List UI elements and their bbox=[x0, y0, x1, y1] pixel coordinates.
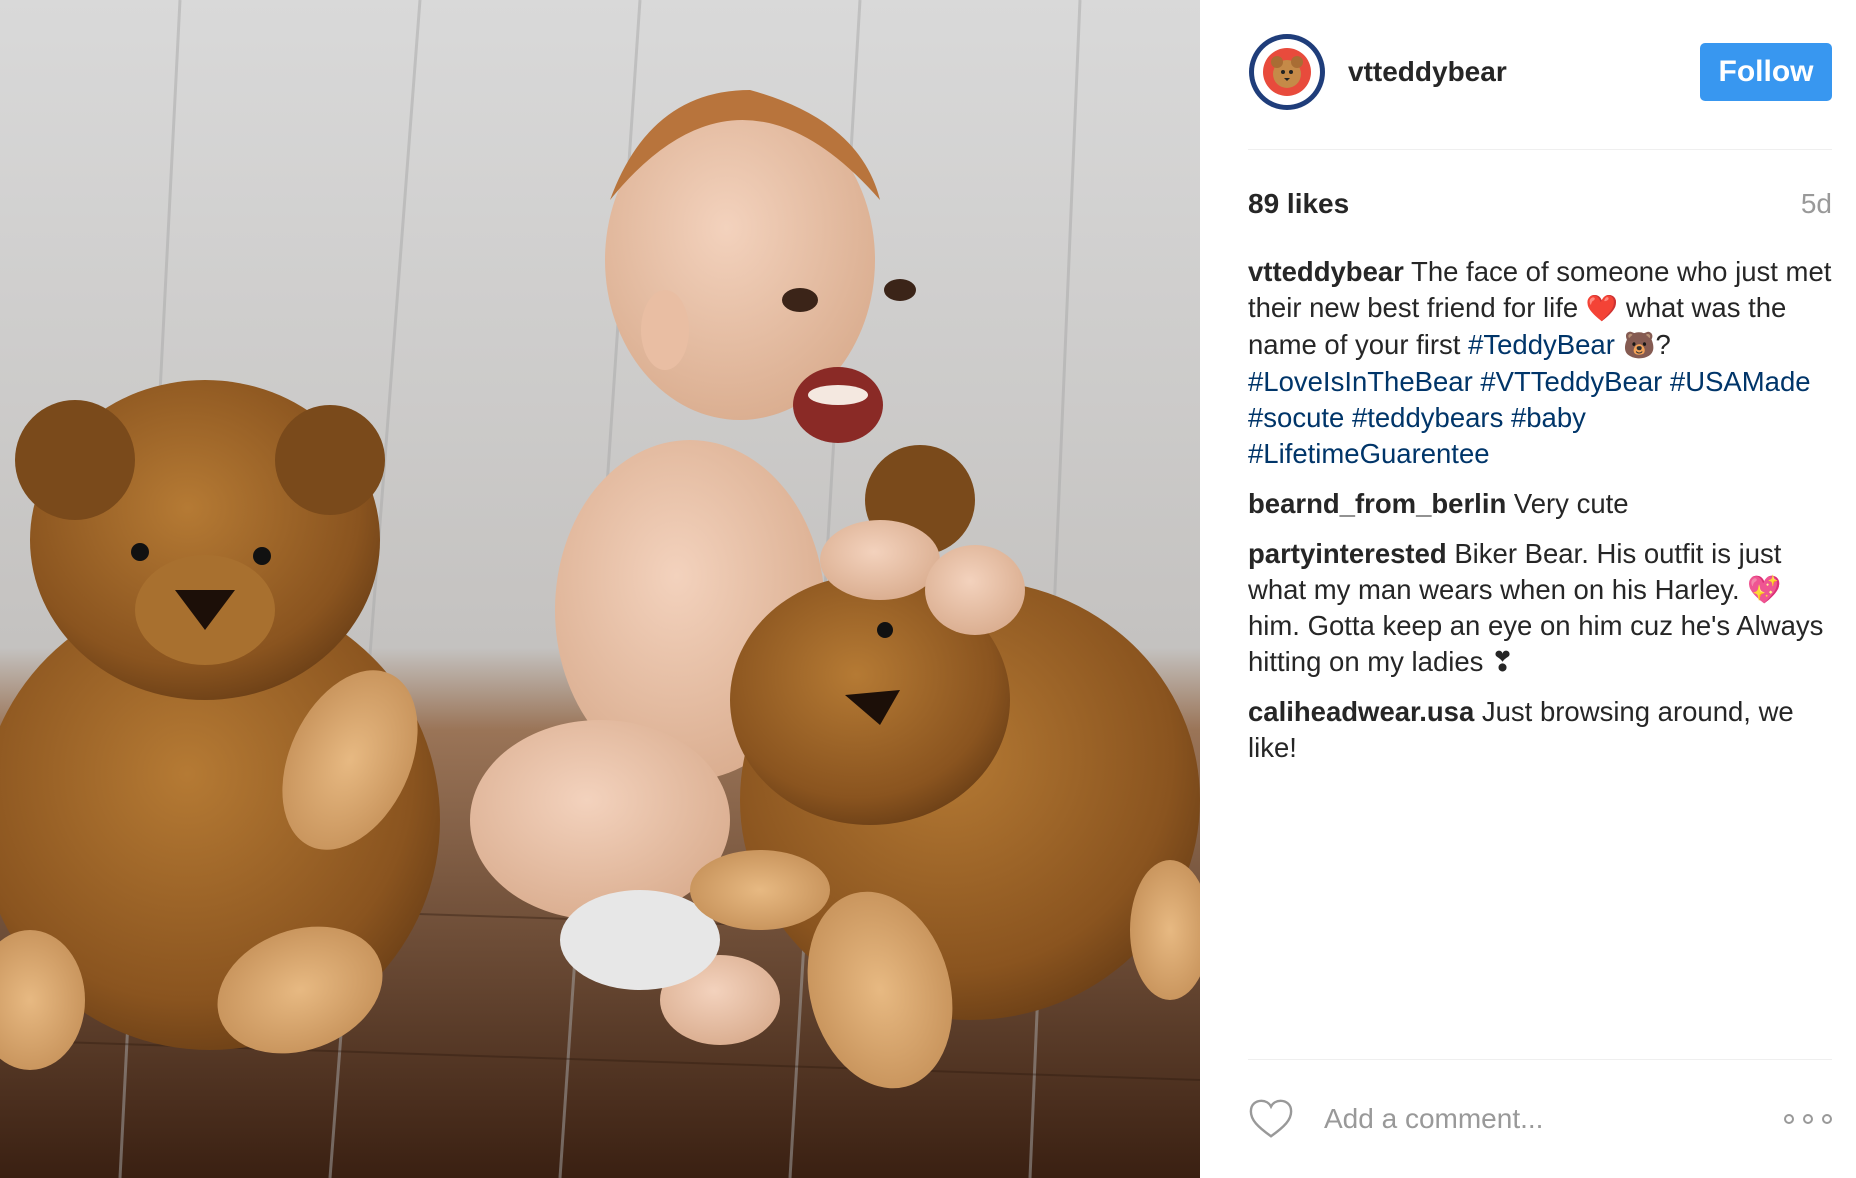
add-comment-input[interactable] bbox=[1322, 1102, 1772, 1136]
caption-username[interactable]: vtteddybear bbox=[1248, 256, 1404, 287]
dot-icon bbox=[1803, 1114, 1813, 1124]
post-age[interactable]: 5d bbox=[1801, 188, 1832, 220]
post-container: vtteddybear Follow 89 likes 5d vtteddybe… bbox=[0, 0, 1856, 1178]
post-photo[interactable] bbox=[0, 0, 1200, 1178]
more-options-icon[interactable] bbox=[1784, 1112, 1832, 1126]
caption: vtteddybear The face of someone who just… bbox=[1248, 254, 1832, 472]
comment-item: partyinterested Biker Bear. His outfit i… bbox=[1248, 536, 1832, 680]
account-username[interactable]: vtteddybear bbox=[1348, 56, 1700, 88]
photo-illustration bbox=[0, 0, 1200, 1178]
comment-item: caliheadwear.usa Just browsing around, w… bbox=[1248, 694, 1832, 766]
comment-item: bearnd_from_berlin Very cute bbox=[1248, 486, 1832, 522]
heart-outline-icon[interactable] bbox=[1248, 1096, 1294, 1142]
vermont-teddy-bear-logo-icon bbox=[1249, 33, 1325, 110]
post-sidebar: vtteddybear Follow 89 likes 5d vtteddybe… bbox=[1200, 0, 1856, 1178]
comment-text: Very cute bbox=[1506, 488, 1629, 519]
post-meta: 89 likes 5d bbox=[1248, 188, 1832, 220]
dot-icon bbox=[1784, 1114, 1794, 1124]
comments-list: vtteddybear The face of someone who just… bbox=[1248, 254, 1832, 766]
comment-username[interactable]: partyinterested bbox=[1248, 538, 1447, 569]
post-header: vtteddybear Follow bbox=[1248, 0, 1832, 150]
red-heart-emoji: ❤️ bbox=[1585, 294, 1619, 324]
likes-count[interactable]: 89 likes bbox=[1248, 188, 1349, 220]
account-avatar[interactable] bbox=[1248, 33, 1326, 111]
dot-icon bbox=[1822, 1114, 1832, 1124]
bear-emoji: 🐻 bbox=[1614, 331, 1656, 361]
hashtag-links[interactable]: #LoveIsInTheBear #VTTeddyBear #USAMade #… bbox=[1248, 366, 1811, 469]
hashtag-link[interactable]: #TeddyBear bbox=[1468, 329, 1615, 360]
comment-bar bbox=[1248, 1059, 1832, 1178]
caption-text-3: ? bbox=[1655, 329, 1671, 360]
comment-username[interactable]: caliheadwear.usa bbox=[1248, 696, 1474, 727]
comment-username[interactable]: bearnd_from_berlin bbox=[1248, 488, 1506, 519]
follow-button[interactable]: Follow bbox=[1700, 42, 1832, 101]
